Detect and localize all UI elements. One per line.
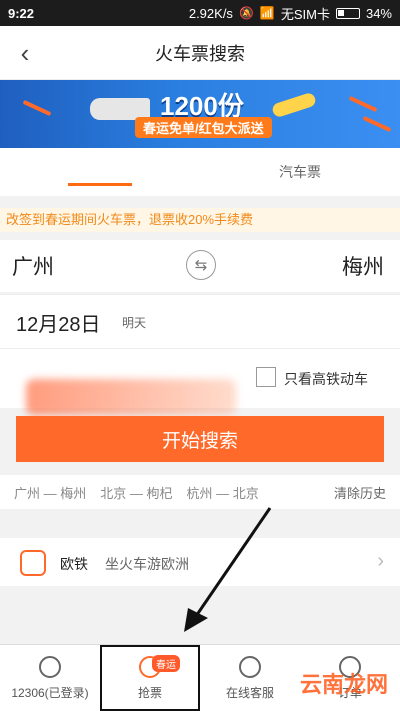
history-item[interactable]: 杭州 — 北京 (186, 483, 258, 502)
spring-badge: 春运 (152, 655, 180, 672)
promo-title: 欧铁 (60, 556, 88, 572)
meteor-decoration (22, 99, 52, 117)
high-speed-label: 只看高铁动车 (284, 371, 368, 387)
tab-bus[interactable]: 汽车票 (200, 162, 400, 182)
sim-status: 无SIM卡 (280, 6, 330, 22)
filter-row: 只看高铁动车 (0, 348, 400, 415)
chat-icon (239, 655, 261, 678)
network-speed: 2.92K/s (188, 5, 233, 21)
nav-item-account[interactable]: 12306(已登录) (0, 645, 100, 711)
back-button[interactable]: ‹ (10, 38, 40, 68)
battery-level: 34% (365, 5, 392, 21)
status-bar: 9:22 2.92K/s 🔕 📶 无SIM卡 34% (0, 0, 400, 26)
status-time: 9:22 (8, 5, 35, 21)
history-item[interactable]: 广州 — 梅州 (14, 483, 86, 502)
chevron-left-icon: ‹ (20, 37, 30, 68)
nav-item-label: 12306(已登录) (11, 685, 89, 700)
banner-subline: 春运免单/红包大派送 (135, 117, 272, 138)
search-button[interactable]: 开始搜索 (16, 416, 384, 462)
page-title: 火车票搜索 (155, 43, 245, 64)
date-selector[interactable]: 12月28日 明天 (0, 294, 400, 348)
mute-icon: 🔕 (238, 6, 254, 20)
watermark: 云南龙网 (299, 672, 388, 697)
route-selector: 广州 ⇆ 梅州 (0, 240, 400, 292)
high-speed-checkbox[interactable] (256, 367, 276, 387)
nav-item-label: 抢票 (137, 685, 162, 700)
battery-icon (335, 7, 360, 19)
notice-banner[interactable]: 改签到春运期间火车票，退票收20%手续费 (0, 208, 400, 232)
wifi-icon: 📶 (259, 6, 275, 20)
nav-item-support[interactable]: 在线客服 (200, 645, 300, 711)
chevron-right-icon: › (377, 550, 384, 572)
promo-banner[interactable]: 1200份 春运免单/红包大派送 (0, 80, 400, 148)
train-icon (20, 550, 46, 576)
ticket-type-tabs: 汽车票 (0, 148, 400, 196)
swap-button[interactable]: ⇆ (186, 250, 216, 280)
nav-item-label: 在线客服 (225, 685, 274, 700)
nav-bar: ‹ 火车票搜索 (0, 26, 400, 80)
plane-illustration (270, 91, 318, 119)
to-city[interactable]: 梅州 (342, 251, 384, 281)
swap-icon: ⇆ (194, 257, 208, 274)
meteor-decoration (348, 95, 378, 113)
history-item[interactable]: 北京 — 枸杞 (100, 483, 172, 502)
from-city[interactable]: 广州 (12, 251, 54, 281)
clear-history-button[interactable]: 清除历史 (334, 483, 386, 502)
blurred-overlay (26, 379, 236, 415)
account-icon (39, 655, 61, 678)
meteor-decoration (362, 115, 392, 133)
arrow-annotation (184, 507, 272, 632)
nav-item-grab-ticket[interactable]: 春运 抢票 (100, 645, 200, 711)
date-note: 明天 (122, 316, 147, 330)
departure-date: 12月28日 (16, 314, 101, 336)
status-right: 2.92K/s 🔕 📶 无SIM卡 34% (189, 4, 392, 23)
